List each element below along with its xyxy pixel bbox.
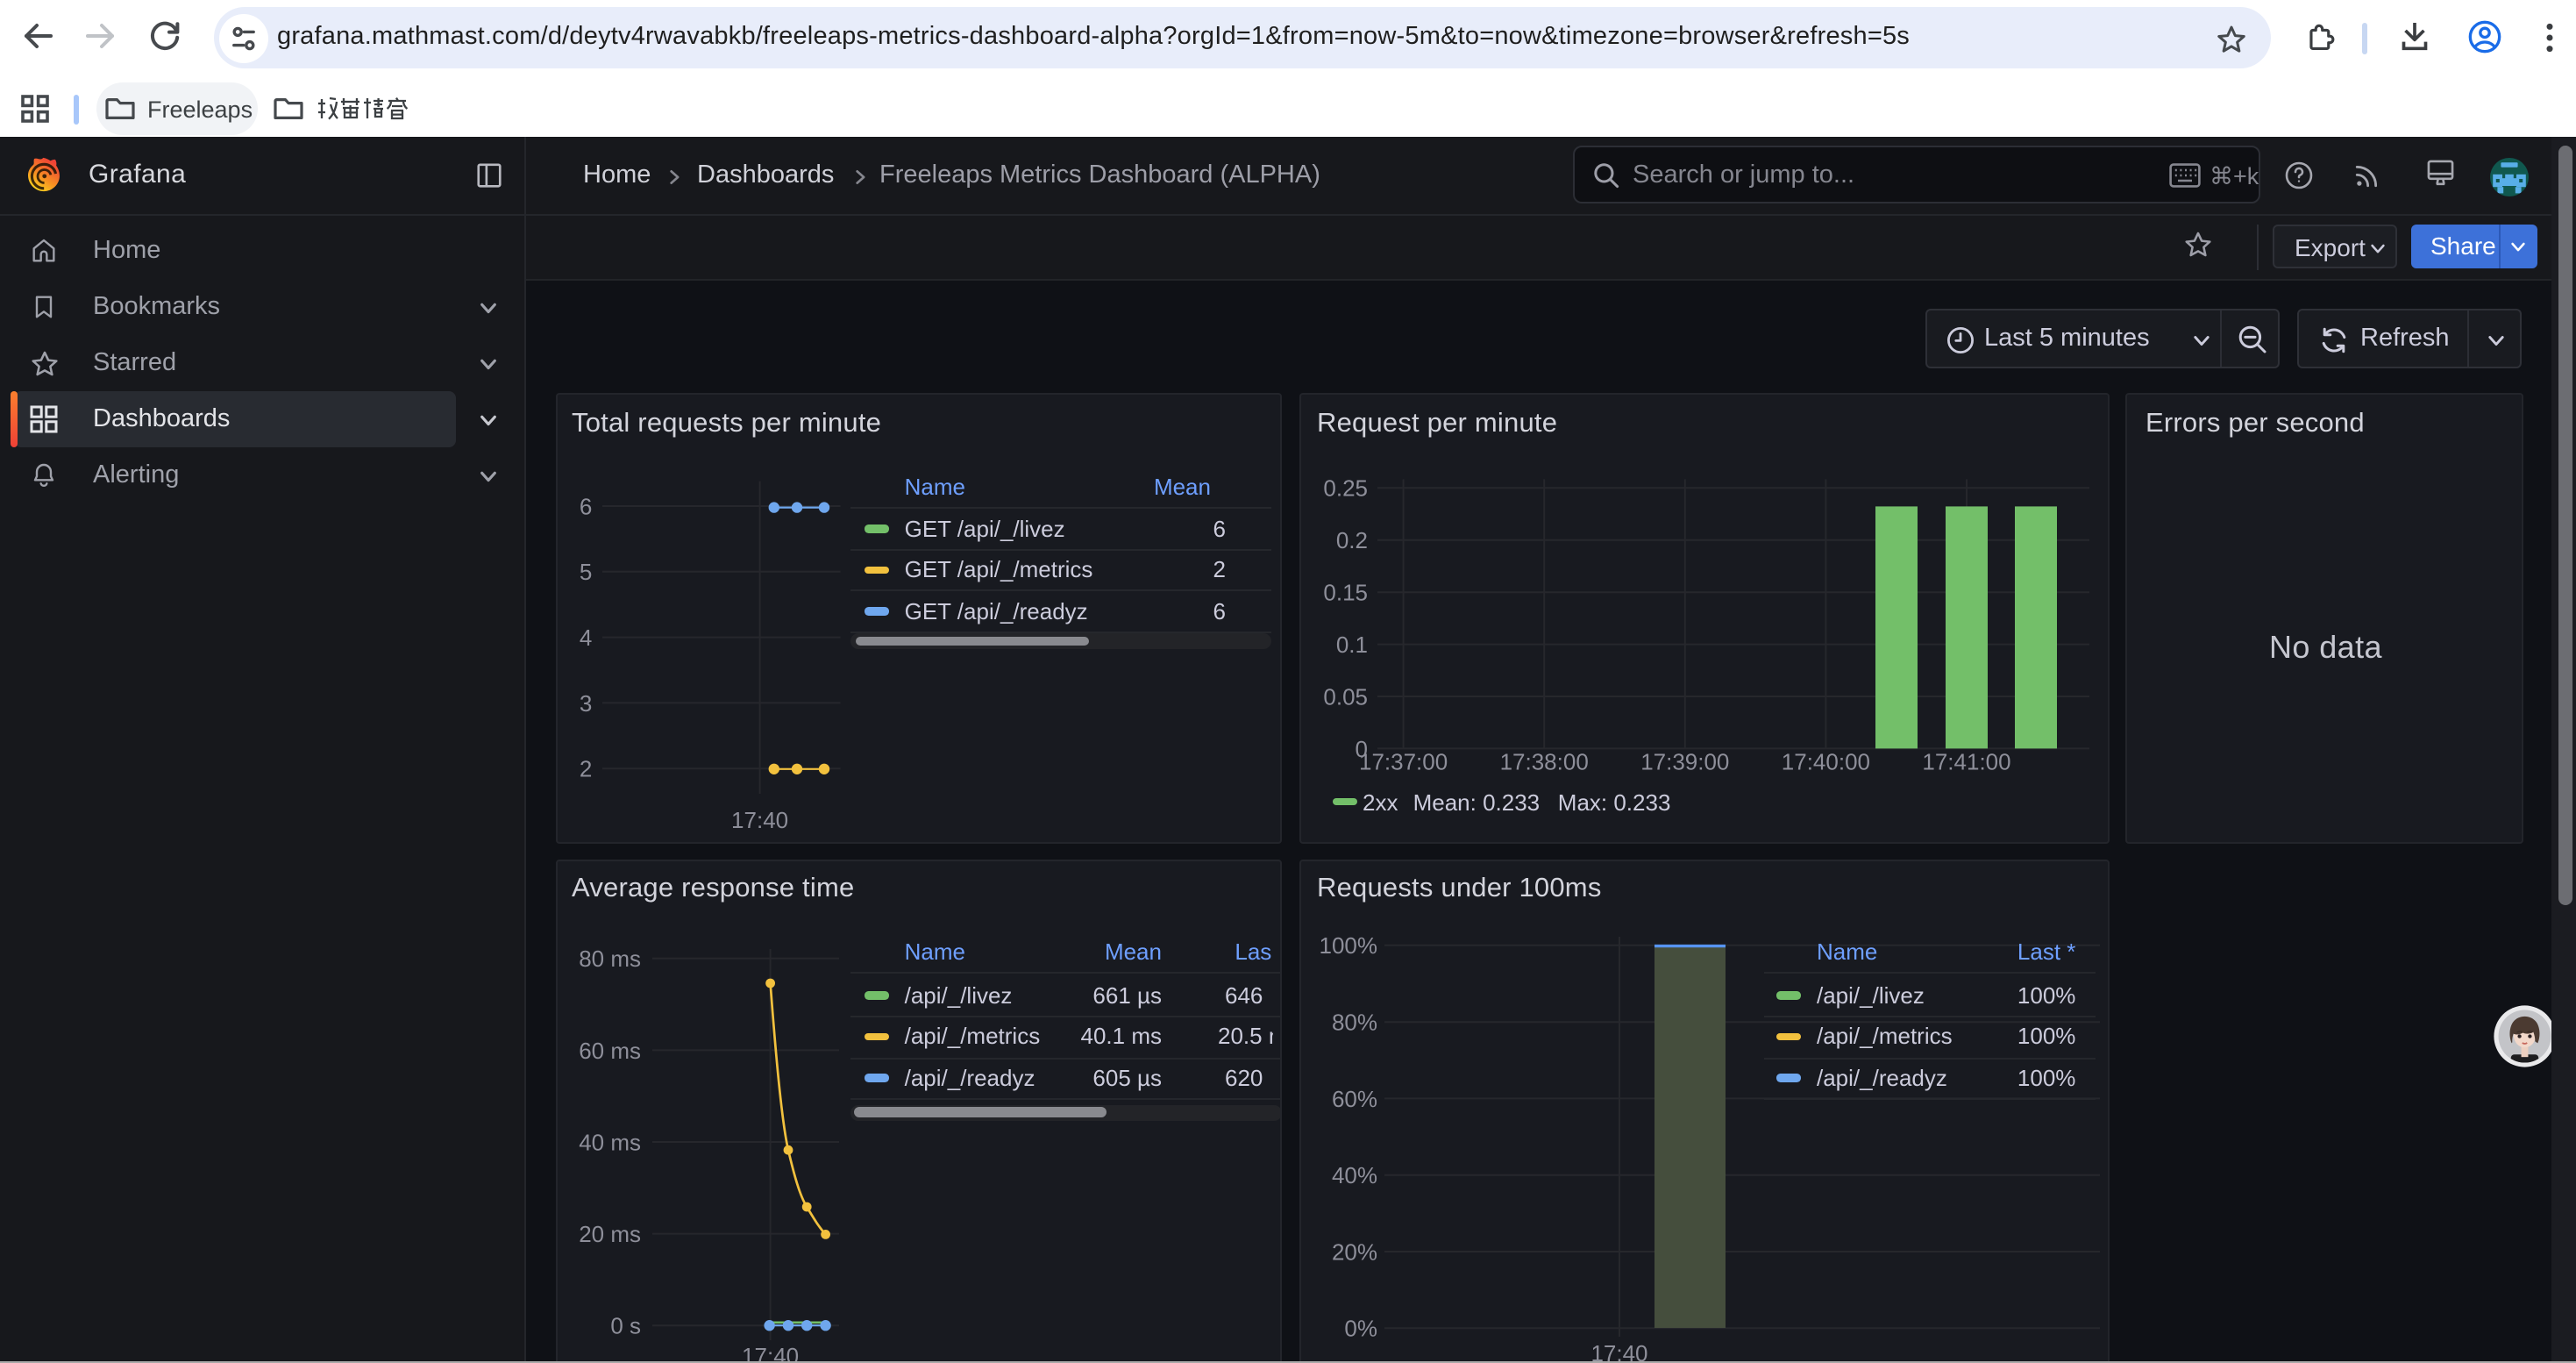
svg-text:17:39:00: 17:39:00	[1640, 749, 1728, 775]
svg-text:17:40:00: 17:40:00	[1781, 749, 1869, 775]
svg-text:20 ms: 20 ms	[578, 1220, 640, 1246]
svg-text:80%: 80%	[1331, 1009, 1377, 1035]
svg-text:0.2: 0.2	[1335, 527, 1367, 553]
svg-text:0.05: 0.05	[1322, 683, 1367, 710]
svg-text:0%: 0%	[1343, 1315, 1377, 1341]
svg-text:2: 2	[579, 756, 591, 782]
svg-text:17:40: 17:40	[730, 807, 787, 833]
svg-text:17:40: 17:40	[1590, 1339, 1647, 1363]
svg-text:3: 3	[579, 690, 591, 717]
svg-text:6: 6	[579, 493, 591, 519]
svg-text:0.15: 0.15	[1322, 580, 1367, 606]
svg-text:17:41:00: 17:41:00	[1921, 749, 2010, 775]
svg-text:60%: 60%	[1331, 1085, 1377, 1111]
svg-text:17:38:00: 17:38:00	[1499, 749, 1588, 775]
svg-text:4: 4	[579, 624, 591, 651]
svg-text:100%: 100%	[1319, 931, 1377, 958]
svg-text:5: 5	[579, 559, 591, 585]
svg-text:0 s: 0 s	[609, 1312, 640, 1338]
svg-text:40%: 40%	[1331, 1161, 1377, 1188]
svg-text:0.1: 0.1	[1335, 632, 1367, 658]
svg-text:40 ms: 40 ms	[578, 1128, 640, 1154]
svg-text:17:37:00: 17:37:00	[1358, 749, 1447, 775]
svg-text:0.25: 0.25	[1322, 475, 1367, 502]
svg-text:20%: 20%	[1331, 1238, 1377, 1264]
svg-text:80 ms: 80 ms	[578, 945, 640, 971]
svg-text:60 ms: 60 ms	[578, 1037, 640, 1063]
